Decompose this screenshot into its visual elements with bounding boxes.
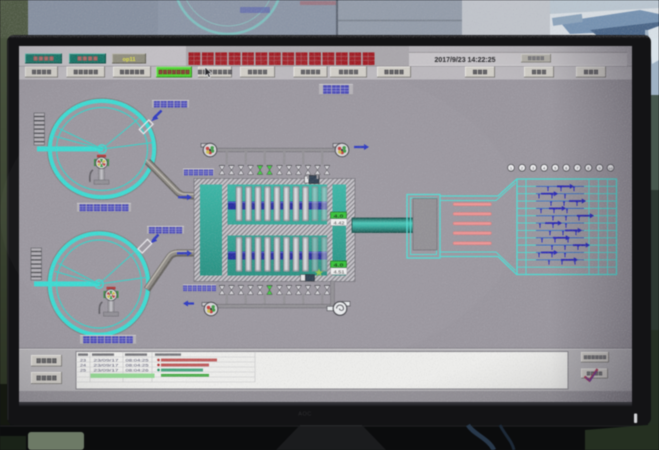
svg-text:AOC: AOC: [298, 412, 311, 418]
